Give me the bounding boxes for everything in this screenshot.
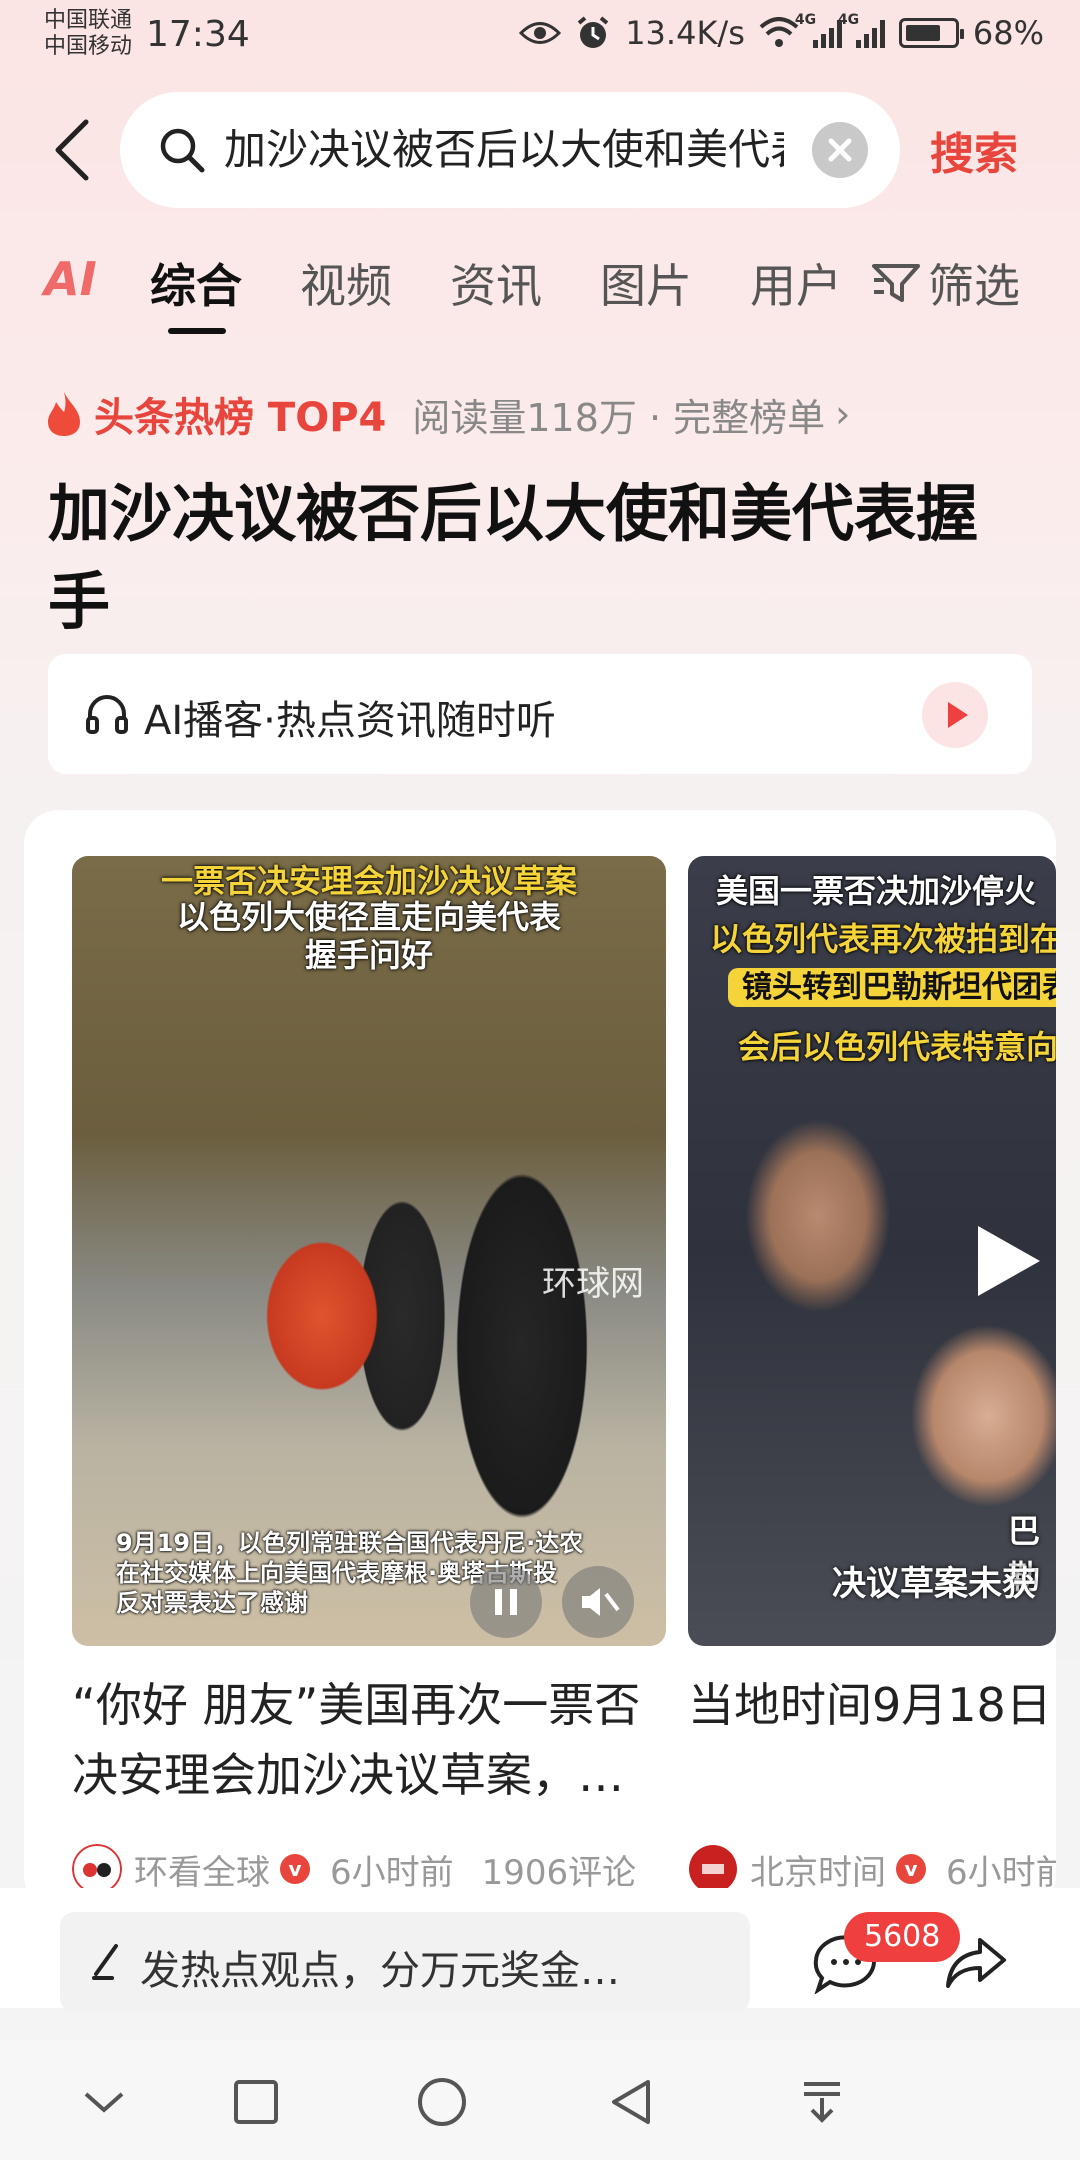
carrier-2: 中国移动	[44, 34, 133, 59]
video-1-caption-top-3: 握手问好	[304, 936, 433, 974]
video-2-caption-top-1: 美国一票否决加沙停火	[716, 872, 1037, 910]
battery-level: 68%	[972, 14, 1044, 52]
status-bar: 中国联通 中国移动 17:34 13.4K/s 4G 4G 68%	[0, 0, 1080, 70]
search-box[interactable]: 加沙决议被否后以大使和美代表握手	[120, 92, 900, 208]
share-icon[interactable]	[944, 1932, 1008, 1992]
headphone-icon	[86, 695, 128, 734]
video-2-caption-bottom-2: 决议草案未获	[832, 1564, 1036, 1604]
video-watermark: 环球网	[542, 1264, 644, 1304]
chevron-right-icon: ›	[835, 392, 851, 436]
video-title-2[interactable]: 当地时间9月18日，安理会。在美国一	[688, 1670, 1056, 1810]
comment-input[interactable]: 发热点观点，分万元奖金…	[60, 1912, 750, 2012]
alarm-icon	[577, 16, 609, 48]
active-tab-indicator	[168, 328, 226, 334]
podcast-label: AI播客·热点资讯随时听	[144, 698, 556, 744]
signal-2-icon: 4G	[838, 12, 885, 48]
pause-button[interactable]	[470, 1566, 542, 1638]
category-tabs: AI 综合 视频 资讯 图片 用户 筛选	[44, 250, 1044, 340]
hot-list-label: 头条热榜 TOP4	[94, 395, 387, 441]
page-title: 加沙决议被否后以大使和美代表握手	[48, 477, 979, 638]
video-thumbnail-2[interactable]: 美国一票否决加沙停火 以色列代表再次被拍到在 镜头转到巴勒斯坦代团表 会后以色列…	[688, 856, 1056, 1646]
verified-badge-icon: v	[896, 1854, 926, 1884]
carrier-1: 中国联通	[44, 8, 133, 33]
source-avatar-1[interactable]	[72, 1844, 122, 1894]
back-triangle-icon[interactable]	[604, 2074, 660, 2130]
ai-podcast-bar[interactable]: AI播客·热点资讯随时听	[48, 654, 1032, 774]
verified-badge-icon: v	[280, 1854, 310, 1884]
video-1-meta: 环看全球 v 6小时前 1906评论	[72, 1844, 636, 1894]
video-title-1[interactable]: “你好 朋友”美国再次一票否决安理会加沙决议草案，…	[72, 1670, 666, 1810]
hot-list-meta: 阅读量118万 · 完整榜单	[412, 395, 826, 440]
back-button[interactable]	[44, 110, 104, 190]
flame-icon	[48, 392, 80, 436]
close-icon	[828, 138, 852, 162]
filter-label: 筛选	[928, 259, 1020, 313]
hot-list-banner[interactable]: 头条热榜 TOP4 阅读量118万 · 完整榜单 ›	[44, 384, 850, 444]
post-time-1: 6小时前	[330, 1852, 454, 1893]
muted-speaker-icon	[582, 1588, 620, 1616]
play-icon-large[interactable]	[948, 1206, 1056, 1316]
source-name-2[interactable]: 北京时间	[750, 1845, 886, 1894]
battery-icon	[898, 18, 964, 48]
tab-users[interactable]: 用户	[750, 250, 842, 316]
tab-comprehensive[interactable]: 综合	[150, 250, 242, 316]
notification-pull-icon[interactable]	[794, 2074, 850, 2130]
status-icons: 13.4K/s 4G 4G 68%	[519, 12, 1044, 52]
tab-video[interactable]: 视频	[300, 250, 392, 316]
tab-news[interactable]: 资讯	[450, 250, 542, 316]
filter-icon	[872, 264, 920, 302]
signal-1-label: 4G	[794, 12, 817, 28]
comment-count-1: 1906评论	[481, 1852, 637, 1893]
video-2-caption-top-4: 会后以色列代表特意向美	[738, 1028, 1056, 1066]
source-avatar-2[interactable]	[688, 1844, 738, 1894]
video-1-caption-bottom-1: 9月19日，以色列常驻联合国代表丹尼·达农	[116, 1529, 584, 1557]
play-icon	[948, 702, 968, 728]
search-button[interactable]: 搜索	[930, 118, 1018, 182]
back-arrow-icon	[55, 119, 89, 181]
mute-button[interactable]	[562, 1566, 634, 1638]
carrier-info: 中国联通 中国移动	[44, 8, 132, 60]
video-2-meta: 北京时间 v 6小时前	[688, 1844, 1056, 1894]
home-circle-icon[interactable]	[414, 2074, 470, 2130]
search-icon	[160, 128, 205, 173]
system-nav-bar	[0, 2040, 1080, 2160]
video-2-caption-top-2: 以色列代表再次被拍到在	[710, 920, 1056, 958]
video-2-caption-top-3-wrap: 镜头转到巴勒斯坦代团表	[688, 962, 1056, 1007]
chevron-down-icon[interactable]	[76, 2074, 132, 2130]
source-name-1[interactable]: 环看全球	[134, 1845, 270, 1894]
comment-count-badge: 5608	[844, 1912, 961, 1962]
video-2-caption-top-3: 镜头转到巴勒斯坦代团表	[728, 968, 1056, 1007]
pen-icon	[92, 1944, 118, 1980]
clock: 17:34	[146, 14, 250, 55]
tab-ai[interactable]: AI	[44, 252, 97, 306]
search-input[interactable]: 加沙决议被否后以大使和美代表握手	[224, 120, 784, 180]
signal-2-label: 4G	[837, 12, 860, 28]
video-thumbnail-1[interactable]: 一票否决安理会加沙决议草案 以色列大使径直走向美代表 握手问好 环球网 9月19…	[72, 856, 666, 1646]
eye-icon	[519, 22, 562, 44]
net-speed: 13.4K/s	[625, 14, 745, 52]
wifi-icon	[759, 17, 799, 47]
tab-images[interactable]: 图片	[600, 250, 692, 316]
filter-button[interactable]: 筛选	[870, 250, 1020, 316]
recents-square-icon[interactable]	[228, 2074, 284, 2130]
podcast-play-button[interactable]	[922, 682, 988, 748]
clear-search-button[interactable]	[812, 122, 868, 178]
post-time-2: 6小时前	[946, 1852, 1056, 1893]
video-results-card: 一票否决安理会加沙决议草案 以色列大使径直走向美代表 握手问好 环球网 9月19…	[24, 810, 1056, 1910]
pause-icon	[495, 1589, 517, 1615]
comment-placeholder: 发热点观点，分万元奖金…	[140, 1948, 620, 1994]
